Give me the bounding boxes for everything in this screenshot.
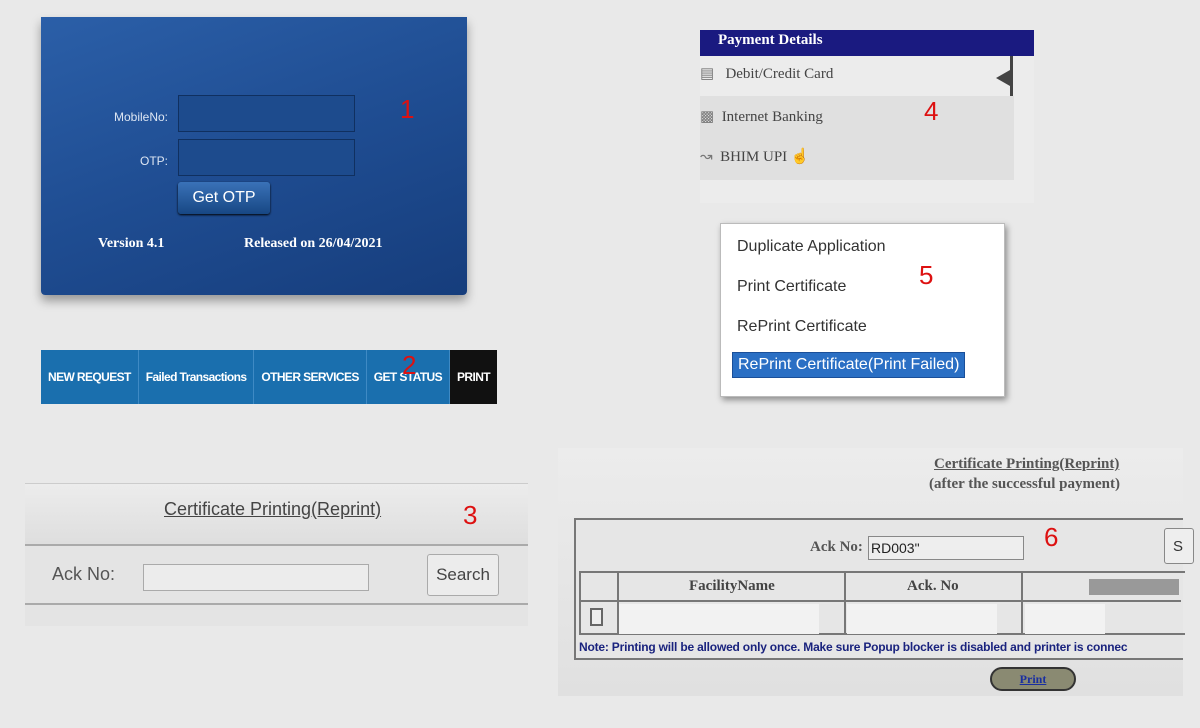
ack-input[interactable]: RD003" xyxy=(868,536,1024,560)
menu-duplicate-application[interactable]: Duplicate Application xyxy=(737,238,886,256)
tab-new-request[interactable]: NEW REQUEST xyxy=(41,350,139,404)
tab-failed-transactions[interactable]: Failed Transactions xyxy=(139,350,255,404)
tab-print[interactable]: PRINT xyxy=(450,350,498,404)
reprint-panel: Certificate Printing(Reprint) 3 Ack No: … xyxy=(25,483,528,626)
step-number: 5 xyxy=(919,260,934,290)
otp-input[interactable] xyxy=(178,139,355,176)
payment-header: Payment Details xyxy=(700,30,1034,56)
print-menu: Duplicate Application Print Certificate … xyxy=(720,223,1005,397)
payment-option-netbanking[interactable]: ▩ Internet Banking xyxy=(700,107,823,126)
print-button[interactable]: Print xyxy=(990,667,1076,691)
release-date: Released on 26/04/2021 xyxy=(244,236,383,251)
print-note: Note: Printing will be allowed only once… xyxy=(579,640,1128,654)
page-title: Certificate Printing(Reprint) xyxy=(934,456,1120,472)
step-number: 2 xyxy=(402,350,417,380)
hand-cursor-icon: ☝ xyxy=(790,149,810,165)
reprint-search-panel: Certificate Printing(Reprint) (after the… xyxy=(558,448,1194,696)
upi-icon: ↝ xyxy=(700,149,713,165)
ack-input[interactable] xyxy=(143,564,369,591)
mobile-input[interactable] xyxy=(178,95,355,132)
tab-other-services[interactable]: OTHER SERVICES xyxy=(254,350,367,404)
step-number: 4 xyxy=(924,96,939,126)
ack-label: Ack No: xyxy=(52,564,116,584)
page-subtitle: (after the successful payment) xyxy=(929,476,1120,492)
step-number: 1 xyxy=(400,94,415,124)
search-button[interactable]: Search xyxy=(427,554,499,596)
menu-reprint-certificate[interactable]: RePrint Certificate xyxy=(737,318,867,336)
card-icon: ▤ xyxy=(700,66,715,82)
step-number: 6 xyxy=(1044,522,1059,552)
payment-option-upi[interactable]: ↝ BHIM UPI ☝ xyxy=(700,147,810,166)
payment-details-panel: Payment Details ▤ Debit/Credit Card ▩ In… xyxy=(700,30,1034,203)
bank-icon: ▩ xyxy=(700,109,715,125)
mobile-label: MobileNo: xyxy=(113,110,168,124)
step-number: 3 xyxy=(463,500,478,530)
search-button[interactable]: S xyxy=(1164,528,1194,564)
menu-print-certificate[interactable]: Print Certificate xyxy=(737,278,846,296)
row-checkbox[interactable] xyxy=(590,608,603,626)
column-facility-name: FacilityName xyxy=(689,578,775,594)
payment-option-card[interactable]: ▤ Debit/Credit Card xyxy=(700,64,833,83)
get-otp-button[interactable]: Get OTP xyxy=(178,182,270,214)
page-title: Certificate Printing(Reprint) xyxy=(164,499,382,519)
ack-label: Ack No: xyxy=(810,539,863,555)
version-text: Version 4.1 xyxy=(98,236,165,251)
menu-reprint-print-failed[interactable]: RePrint Certificate(Print Failed) xyxy=(732,352,966,378)
collapse-arrow-icon[interactable] xyxy=(996,70,1010,86)
otp-label: OTP: xyxy=(139,154,168,168)
column-ack-no: Ack. No xyxy=(907,578,959,594)
login-panel: MobileNo: OTP: Get OTP Version 4.1 Relea… xyxy=(41,17,467,295)
nav-bar: NEW REQUEST Failed Transactions OTHER SE… xyxy=(41,350,498,404)
